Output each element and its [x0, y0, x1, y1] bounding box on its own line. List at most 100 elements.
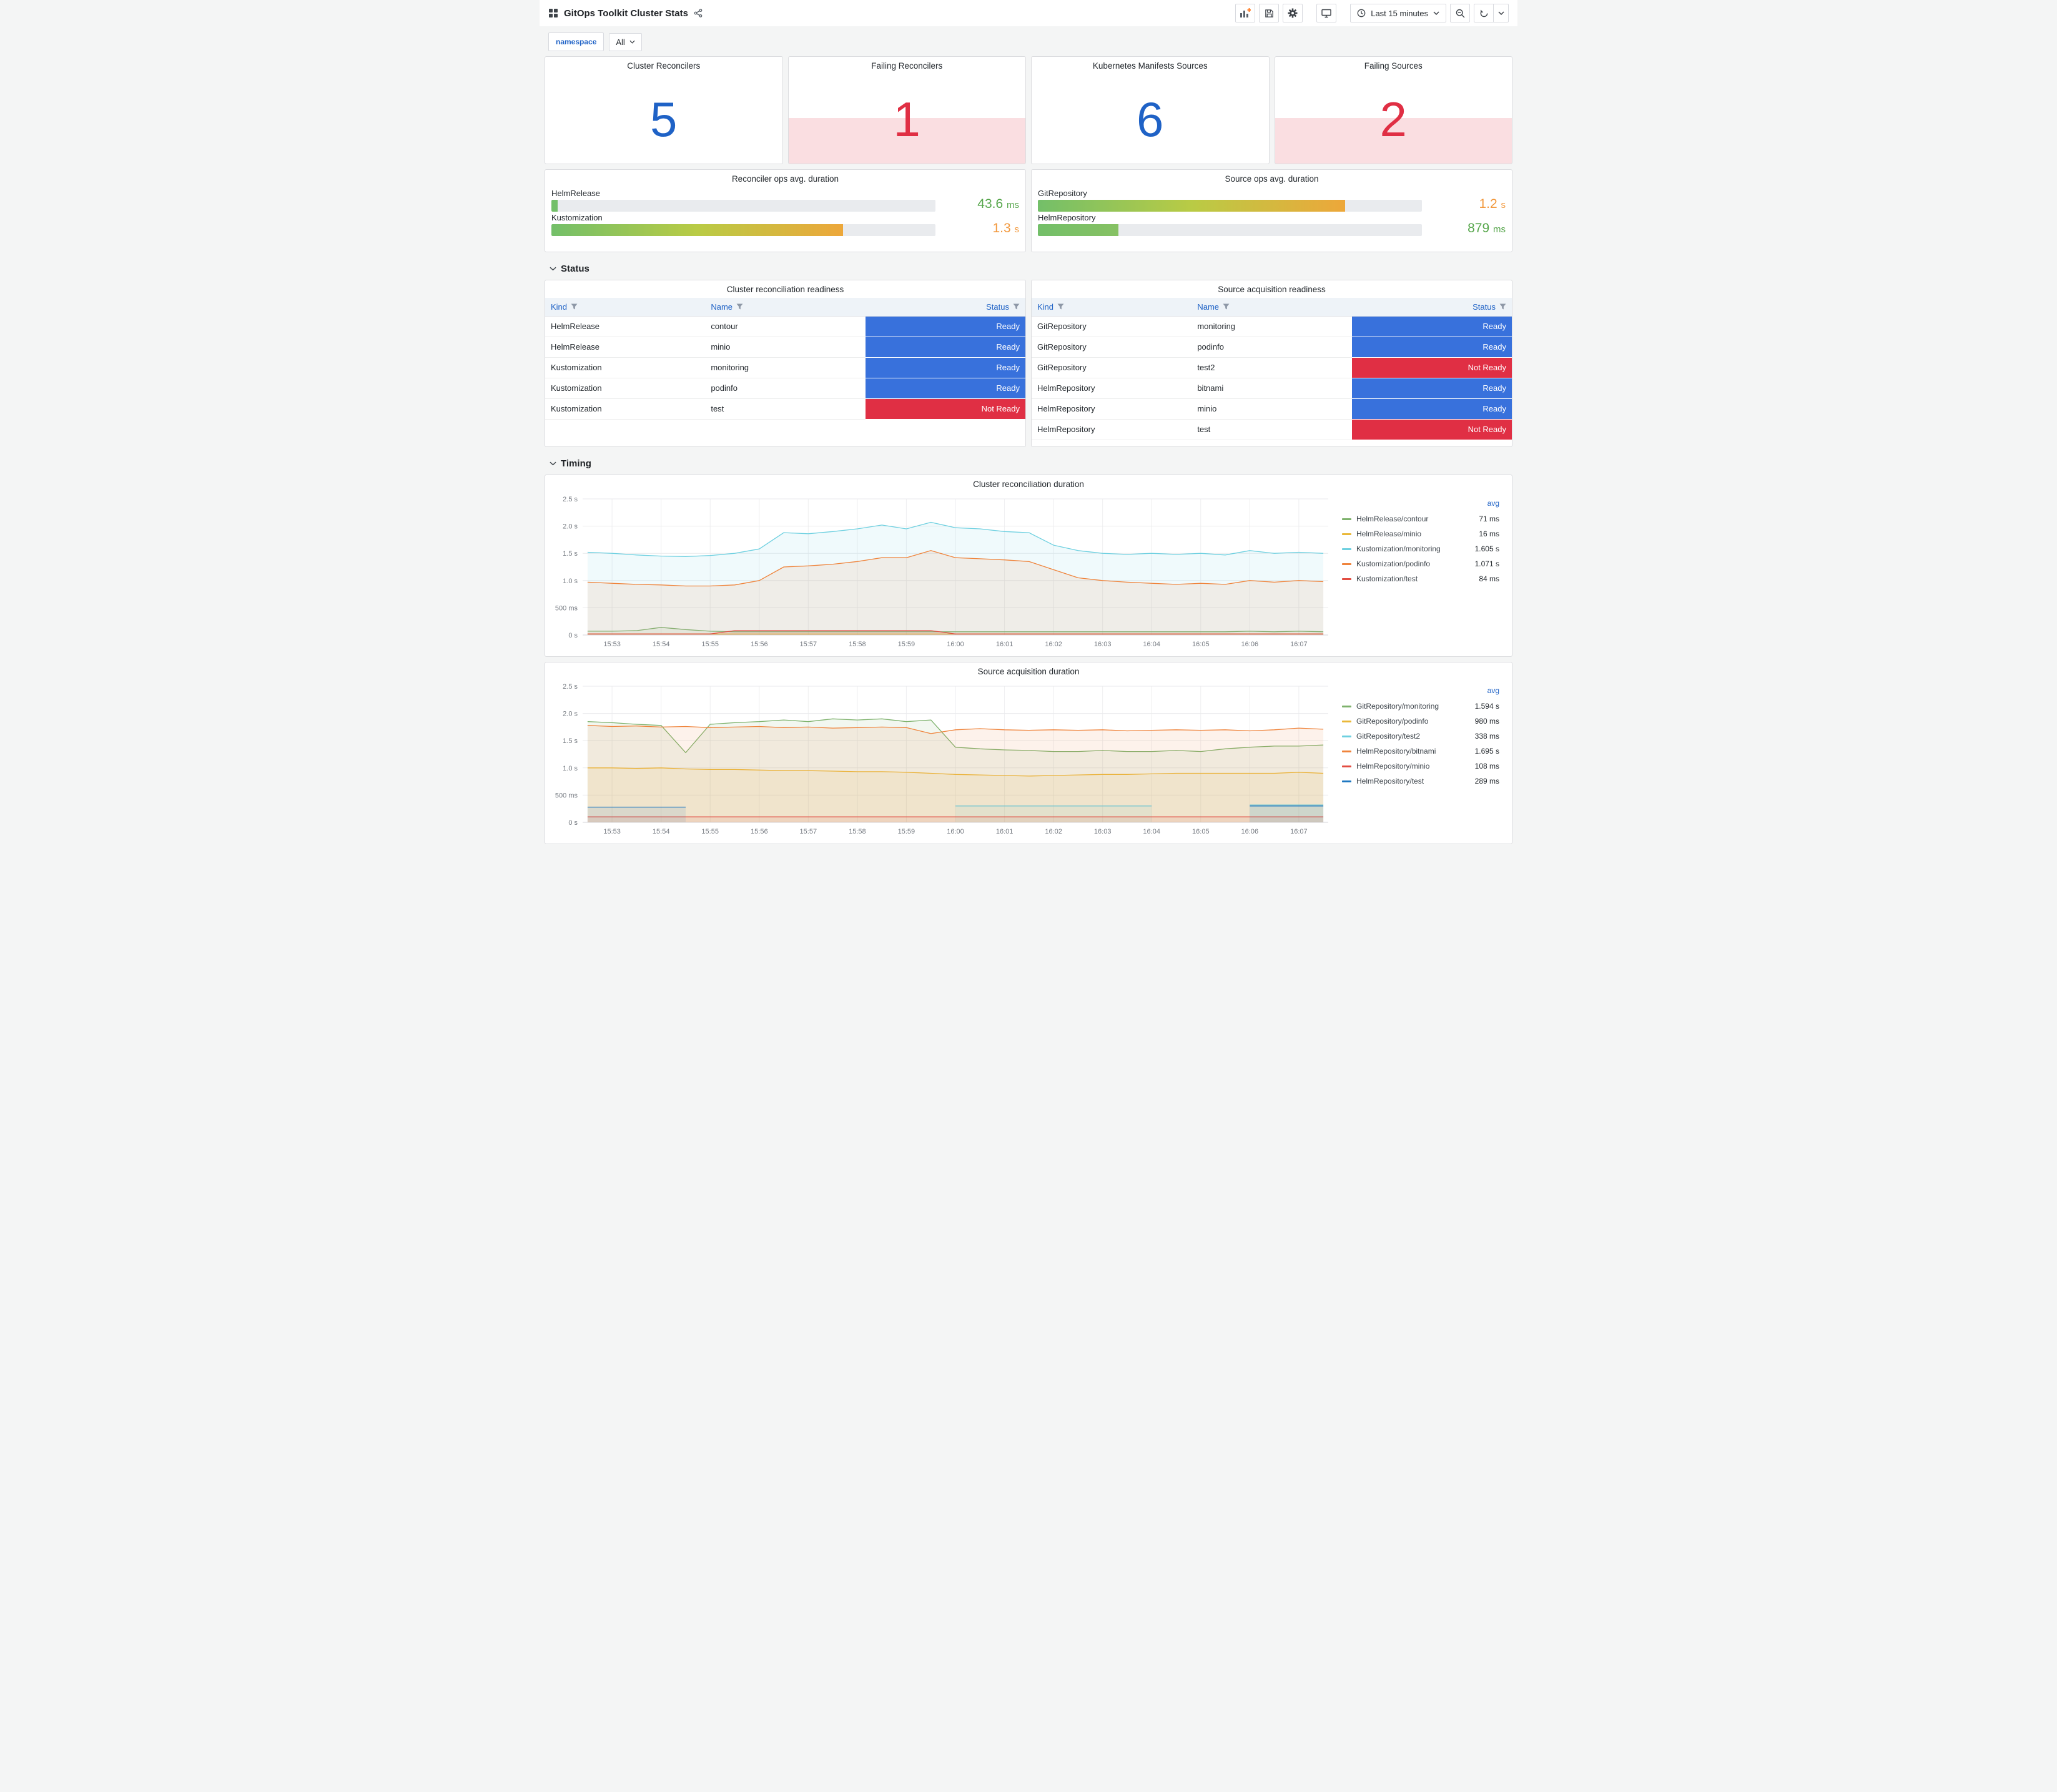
panel-title[interactable]: Kubernetes Manifests Sources [1032, 57, 1269, 74]
cell-name: minio [705, 337, 866, 358]
series-label[interactable]: GitRepository/monitoring [1356, 702, 1464, 711]
save-dashboard-button[interactable] [1259, 4, 1280, 22]
svg-text:15:54: 15:54 [653, 641, 670, 648]
stat-value: 1 [893, 91, 920, 147]
series-label[interactable]: Kustomization/podinfo [1356, 559, 1464, 568]
variable-namespace-dropdown[interactable]: All [609, 32, 642, 51]
panel-title[interactable]: Source acquisition duration [545, 662, 1512, 680]
table-row: HelmRepository test Not Ready [1032, 419, 1512, 440]
variable-namespace-value: All [616, 37, 625, 47]
svg-text:15:53: 15:53 [603, 641, 621, 648]
panel-title[interactable]: Failing Sources [1275, 57, 1512, 74]
svg-text:15:55: 15:55 [701, 828, 719, 835]
panel-title[interactable]: Source ops avg. duration [1032, 170, 1512, 187]
filter-funnel-icon[interactable] [1013, 303, 1020, 310]
cell-kind: HelmRepository [1032, 378, 1192, 399]
series-avg-value: 289 ms [1474, 777, 1499, 785]
filter-funnel-icon[interactable] [736, 303, 743, 310]
svg-text:16:04: 16:04 [1143, 828, 1160, 835]
svg-text:15:54: 15:54 [653, 828, 670, 835]
series-label[interactable]: HelmRepository/minio [1356, 762, 1464, 770]
timeseries-plot[interactable]: 15:53 15:54 15:55 15:56 15:57 15:58 15:59 16:00… [548, 494, 1336, 651]
status-badge: Not Ready [1351, 357, 1512, 378]
svg-text:16:05: 16:05 [1192, 828, 1210, 835]
svg-text:16:02: 16:02 [1045, 641, 1062, 648]
series-avg-value: 108 ms [1474, 762, 1499, 770]
zoom-out-button[interactable] [1450, 4, 1470, 22]
panel-title[interactable]: Source acquisition readiness [1032, 280, 1512, 298]
add-panel-button[interactable] [1235, 4, 1256, 22]
panel-reconciler-ops-duration: Reconciler ops avg. duration HelmRelease… [545, 169, 1026, 252]
cell-kind: HelmRepository [1032, 398, 1192, 420]
gauge-label: Kustomization [551, 213, 603, 222]
cell-kind: HelmRelease [545, 316, 706, 337]
dashboard-settings-button[interactable] [1283, 4, 1303, 22]
series-label[interactable]: HelmRelease/minio [1356, 529, 1464, 538]
variables-bar: namespace All [540, 26, 1517, 56]
legend-avg-header[interactable]: avg [1342, 686, 1499, 699]
table-row: HelmRelease minio Ready [545, 337, 1025, 358]
gauge-track [1038, 224, 1422, 236]
column-header-status[interactable]: Status [1351, 298, 1512, 317]
series-label[interactable]: HelmRelease/contour [1356, 514, 1464, 523]
timeseries-plot[interactable]: 15:53 15:54 15:55 15:56 15:57 15:58 15:59 16:00… [548, 681, 1336, 839]
cell-kind: GitRepository [1032, 316, 1192, 337]
section-timing[interactable]: Timing [545, 452, 1512, 475]
gauge-row: GitRepository 1.2 s [1038, 189, 1506, 212]
svg-text:1.5 s: 1.5 s [563, 737, 578, 745]
column-header-kind[interactable]: Kind [545, 298, 706, 317]
series-label[interactable]: Kustomization/test [1356, 574, 1464, 583]
series-swatch [1342, 563, 1351, 565]
series-swatch [1342, 518, 1351, 520]
panel-title[interactable]: Cluster reconciliation readiness [545, 280, 1025, 298]
series-label[interactable]: GitRepository/test2 [1356, 732, 1464, 741]
stat-value: 2 [1379, 91, 1407, 147]
series-avg-value: 71 ms [1479, 514, 1499, 523]
legend-item: Kustomization/podinfo 1.071 s [1342, 556, 1499, 571]
series-avg-value: 16 ms [1479, 529, 1499, 538]
cell-name: contour [705, 316, 866, 337]
filter-funnel-icon[interactable] [1499, 303, 1506, 310]
panel-title[interactable]: Cluster Reconcilers [545, 57, 782, 74]
cell-name: podinfo [705, 378, 866, 399]
legend-avg-header[interactable]: avg [1342, 499, 1499, 511]
status-badge: Ready [1351, 378, 1512, 399]
refresh-button[interactable] [1474, 4, 1494, 22]
status-badge: Ready [865, 316, 1025, 337]
filter-funnel-icon[interactable] [1223, 303, 1230, 310]
panel-title[interactable]: Reconciler ops avg. duration [545, 170, 1025, 187]
cell-kind: Kustomization [545, 357, 706, 378]
gauge-fill [1038, 224, 1119, 236]
status-badge: Not Ready [1351, 419, 1512, 440]
series-label[interactable]: GitRepository/podinfo [1356, 717, 1464, 726]
cell-name: test [1191, 419, 1352, 440]
time-range-picker[interactable]: Last 15 minutes [1350, 4, 1446, 22]
column-header-name[interactable]: Name [705, 298, 866, 317]
series-label[interactable]: HelmRepository/bitnami [1356, 747, 1464, 756]
column-header-name[interactable]: Name [1191, 298, 1352, 317]
section-status[interactable]: Status [545, 257, 1512, 280]
column-header-kind[interactable]: Kind [1032, 298, 1192, 317]
filter-funnel-icon[interactable] [1057, 303, 1064, 310]
time-range-label: Last 15 minutes [1371, 8, 1428, 18]
share-icon[interactable] [694, 9, 703, 17]
monitor-icon [1321, 9, 1331, 18]
cycle-view-mode-button[interactable] [1316, 4, 1337, 22]
variable-namespace-label[interactable]: namespace [548, 32, 604, 51]
gauge-track [551, 224, 935, 236]
cell-kind: HelmRepository [1032, 419, 1192, 440]
panel-title[interactable]: Failing Reconcilers [789, 57, 1026, 74]
gauge-row: HelmRepository 879 ms [1038, 213, 1506, 236]
svg-text:15:59: 15:59 [898, 828, 915, 835]
svg-text:1.0 s: 1.0 s [563, 765, 578, 772]
panel-title[interactable]: Cluster reconciliation duration [545, 475, 1512, 493]
dashboard-title: GitOps Toolkit Cluster Stats [564, 7, 688, 19]
cell-kind: GitRepository [1032, 357, 1192, 378]
filter-funnel-icon[interactable] [571, 303, 578, 310]
series-label[interactable]: HelmRepository/test [1356, 777, 1464, 785]
apps-grid-icon[interactable] [548, 8, 558, 18]
series-label[interactable]: Kustomization/monitoring [1356, 544, 1464, 553]
column-header-status[interactable]: Status [865, 298, 1025, 317]
svg-text:16:00: 16:00 [947, 641, 964, 648]
refresh-interval-button[interactable] [1494, 4, 1509, 22]
